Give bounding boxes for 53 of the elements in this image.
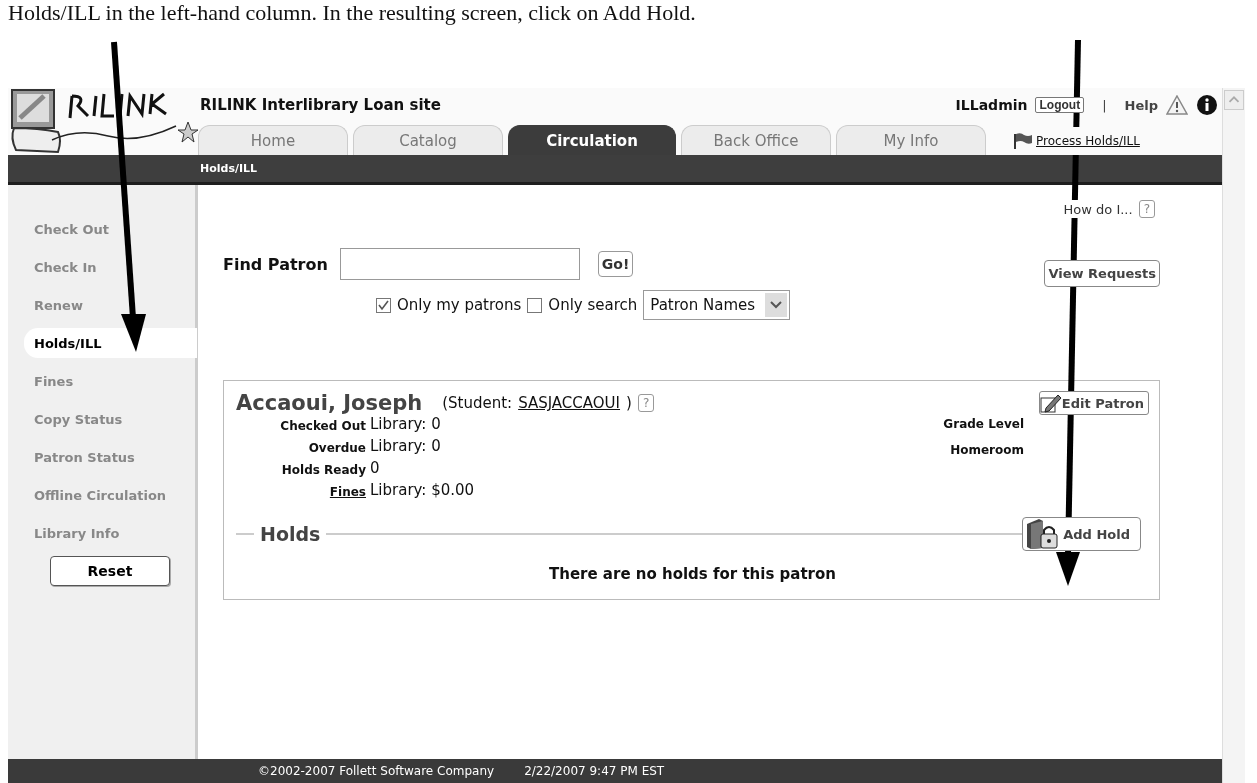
process-link[interactable]: Process Holds/ILL [1013,127,1140,155]
site-title: RILINK Interlibrary Loan site [200,96,442,114]
field-label: Checked Out [279,419,366,433]
nav-tab[interactable]: Home [198,125,348,155]
find-patron-field[interactable] [339,248,580,280]
patron-type: (Student: [442,394,513,412]
user-name: ILLadmin [955,97,1028,113]
flag-icon [1013,133,1033,149]
field-value: Library: 0 [370,437,442,455]
copyright-text: ©2002-2007 Follett Software Company [258,764,495,778]
checkbox-label: Only search [548,296,638,314]
logout-button[interactable]: Logout [1035,97,1085,113]
checkbox-label: Only my patrons [397,296,522,314]
scrollbar[interactable] [1222,88,1245,783]
field-value: 0 [370,459,381,477]
patron-name: Accaoui, Joseph [236,391,423,415]
field-value: Library: $0.00 [370,481,475,499]
chevron-down-icon [770,301,783,309]
warning-icon[interactable] [1166,95,1188,115]
separator: | [1102,97,1107,113]
patron-id-link[interactable]: SASJACCAOUI [518,394,621,412]
help-button[interactable]: ? [637,394,655,412]
breadcrumb: Holds/ILL [200,162,258,175]
empty-message: There are no holds for this patron [548,565,837,583]
reset-button[interactable]: Reset [50,556,170,586]
timestamp: 2/22/2007 9:47 PM EST [524,764,665,778]
nav-tab[interactable]: My Info [836,125,986,155]
search-type-dropdown[interactable]: Patron Names [643,290,791,320]
pencil-icon [1039,393,1062,413]
go-button[interactable]: Go! [597,251,634,277]
add-hold-button[interactable]: Add Hold [1022,517,1141,551]
nav-tab[interactable]: Catalog [353,125,503,155]
how-do-i-link[interactable]: How do I... [1063,201,1133,217]
edit-patron-button[interactable]: Edit Patron [1038,391,1149,415]
help-link[interactable]: Help [1124,97,1158,113]
field-label: Overdue [307,441,366,455]
field-link[interactable]: Fines [236,485,366,499]
view-requests-button[interactable]: View Requests [1044,260,1160,287]
nav-tab[interactable]: Circulation [508,125,676,155]
help-button[interactable]: ? [1138,200,1155,218]
instruction-text: Holds/ILL in the left-hand column. In the resulting screen, click on Add Hold. [7,0,696,26]
holds-heading: Holds [260,523,321,545]
field-label: Holds Ready [280,463,366,477]
field-label: Grade Level [943,417,1024,431]
info-icon[interactable] [1196,94,1218,116]
field-label: Homeroom [950,443,1024,457]
checkbox[interactable] [376,297,391,313]
find-patron-label: Find Patron [223,254,328,274]
patron-type-end: ) [626,394,632,412]
field-value: Library: 0 [370,415,442,433]
checkbox[interactable] [527,297,543,313]
sidebar-item[interactable]: Holds/ILL [24,328,197,358]
nav-tab[interactable]: Back Office [681,125,831,155]
